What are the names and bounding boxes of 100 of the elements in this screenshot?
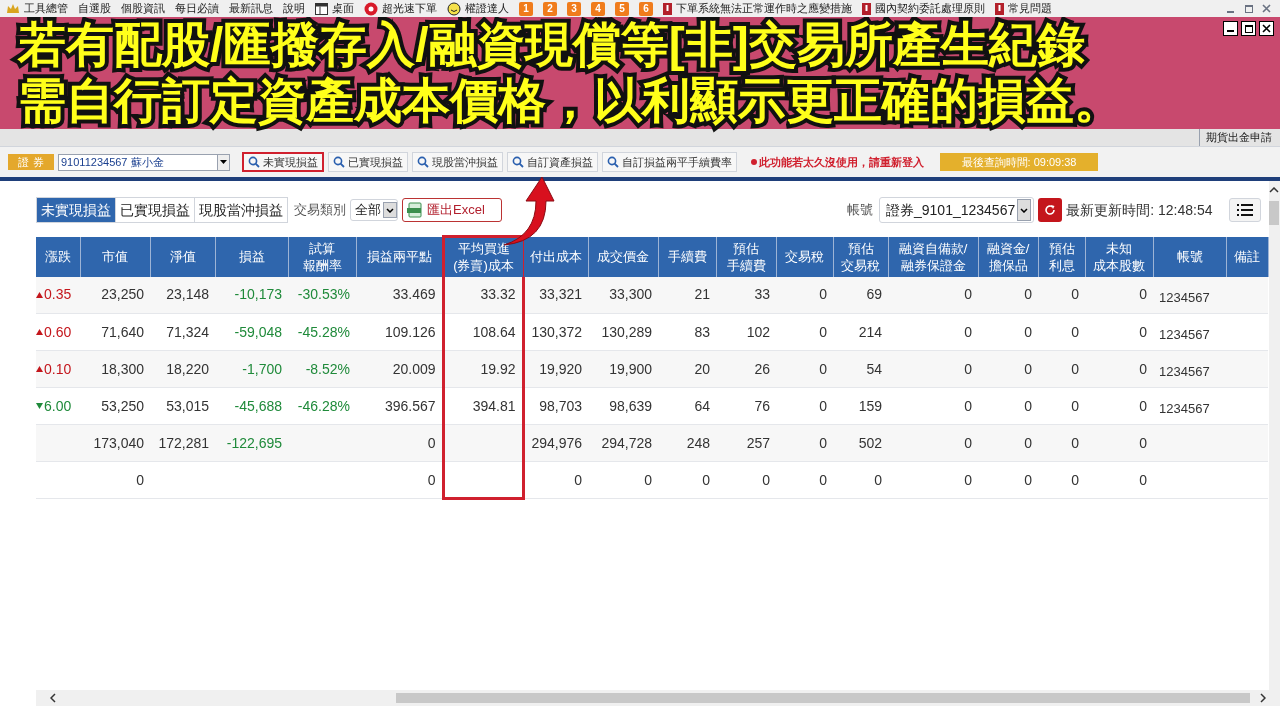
table-cell: 54 <box>866 360 882 377</box>
table-cell: 19,920 <box>539 360 582 377</box>
crown-icon <box>6 2 20 15</box>
table-cell: 173,040 <box>93 434 144 451</box>
table-cell: 0 <box>1024 397 1032 414</box>
warning-text: 此功能若太久沒使用，請重新登入 <box>759 154 924 170</box>
table-cell: -122,695 <box>226 434 282 451</box>
report-button[interactable]: 自訂資產損益 <box>507 152 598 172</box>
menu-item[interactable]: 說明 <box>283 0 305 17</box>
table-cell: 214 <box>858 323 882 340</box>
menu-item[interactable]: 每日必讀 <box>175 0 219 17</box>
table-cell: -59,048 <box>234 323 282 340</box>
flag-icon <box>663 2 672 15</box>
account-select[interactable]: 91011234567 蘇小金 <box>58 153 230 171</box>
table-cell: 396.567 <box>384 397 436 414</box>
minimize-icon[interactable] <box>1223 21 1238 36</box>
table-cell: 0 <box>1024 323 1032 340</box>
table-cell: 69 <box>866 286 882 303</box>
change-value: 0.60 <box>44 322 72 342</box>
column-header: 手續費 <box>658 236 716 277</box>
table-cell: 0 <box>1024 471 1032 488</box>
table-cell: 19,900 <box>609 360 652 377</box>
table-cell: 172,281 <box>158 434 209 451</box>
vertical-scrollbar[interactable] <box>1268 181 1280 690</box>
burst-icon <box>364 1 378 16</box>
change-value: 0.35 <box>44 285 72 305</box>
table-cell: 0 <box>819 397 827 414</box>
scroll-thumb[interactable] <box>1269 201 1280 225</box>
table-cell: 130,372 <box>531 323 582 340</box>
table-cell: 0 <box>1139 397 1147 414</box>
table-cell: 53,015 <box>166 397 209 414</box>
scroll-left-icon[interactable] <box>50 693 56 703</box>
table-cell: 0 <box>964 286 972 303</box>
menu-item[interactable]: 工具總管 <box>24 0 68 17</box>
export-excel-button[interactable]: 匯出Excel <box>402 198 502 222</box>
last-query-time: 最後查詢時間: 09:09:38 <box>940 153 1098 171</box>
maximize-icon[interactable] <box>1241 21 1256 36</box>
account-label: 帳號 <box>847 201 873 220</box>
table-cell: 0 <box>1071 471 1079 488</box>
menu-item[interactable]: 下單系統無法正常運作時之應變措施 <box>676 0 852 17</box>
table-cell: 294,976 <box>531 434 582 451</box>
table-cell: 83 <box>694 323 710 340</box>
search-icon <box>333 156 345 168</box>
menu-item[interactable]: 自選股 <box>78 0 111 17</box>
table-cell: 1234567 <box>1159 290 1210 305</box>
table-cell: 0 <box>874 471 882 488</box>
table-cell: 19.92 <box>480 360 516 377</box>
dropdown-icon <box>1020 207 1029 213</box>
menu-item[interactable]: 國內契約委託處理原則 <box>875 0 985 17</box>
table-cell: 0 <box>762 471 770 488</box>
table-cell: 394.81 <box>472 397 516 414</box>
menu-item[interactable]: 超光速下單 <box>382 0 437 17</box>
scroll-thumb[interactable] <box>396 693 1250 703</box>
column-header: 融資金/ 擔保品 <box>978 236 1038 277</box>
column-header: 預估 手續費 <box>716 236 776 277</box>
table-cell: 18,220 <box>166 360 209 377</box>
flag-icon <box>862 2 871 15</box>
spreadsheet-icon <box>407 202 423 218</box>
table-cell: 0 <box>964 323 972 340</box>
table-cell: 0 <box>819 471 827 488</box>
column-header: 市值 <box>80 236 150 277</box>
table-cell: 64 <box>694 397 710 414</box>
report-button[interactable]: 已實現損益 <box>328 152 408 172</box>
table-cell: 0 <box>964 360 972 377</box>
scroll-right-icon[interactable] <box>1260 693 1266 703</box>
search-icon <box>417 156 429 168</box>
table-cell: 33.32 <box>480 286 516 303</box>
menu-item[interactable]: 桌面 <box>332 0 354 17</box>
table-cell: 0 <box>1139 360 1147 377</box>
menu-item[interactable]: 權證達人 <box>465 0 509 17</box>
menu-item[interactable]: 常見問題 <box>1008 0 1052 17</box>
table-cell: -45,688 <box>234 397 282 414</box>
table-cell: -10,173 <box>234 286 282 303</box>
table-cell: 0 <box>1139 434 1147 451</box>
menu-item[interactable]: 最新訊息 <box>229 0 273 17</box>
table-cell: 33.469 <box>392 286 436 303</box>
account-select[interactable]: 證券_9101_1234567 <box>879 197 1035 223</box>
column-header: 損益 <box>215 236 288 277</box>
scroll-up-icon[interactable] <box>1269 187 1280 193</box>
horizontal-scrollbar[interactable] <box>36 690 1280 706</box>
table-cell: 26 <box>754 360 770 377</box>
tab[interactable]: 未實現損益 <box>37 198 115 222</box>
table-cell: 0 <box>819 323 827 340</box>
tab-item[interactable]: 期貨出金申請 <box>1199 129 1272 146</box>
report-button[interactable]: 自訂損益兩平手續費率 <box>602 152 737 172</box>
report-button[interactable]: 未實現損益 <box>242 152 324 172</box>
table-cell: 0 <box>1071 323 1079 340</box>
close-icon[interactable] <box>1259 21 1274 36</box>
column-header: 帳號 <box>1153 236 1226 277</box>
flag-icon <box>995 2 1004 15</box>
menu-item[interactable]: 個股資訊 <box>121 0 165 17</box>
report-button[interactable]: 現股當沖損益 <box>412 152 503 172</box>
table-cell: 0 <box>702 471 710 488</box>
table-cell: 33,300 <box>609 286 652 303</box>
update-time: 最新更新時間: 12:48:54 <box>1066 200 1213 220</box>
table-cell: 108.64 <box>472 323 516 340</box>
table-cell: 159 <box>858 397 882 414</box>
refresh-button[interactable] <box>1038 198 1063 222</box>
trade-type-select[interactable]: 全部 <box>350 199 398 221</box>
list-menu-button[interactable] <box>1228 198 1261 222</box>
